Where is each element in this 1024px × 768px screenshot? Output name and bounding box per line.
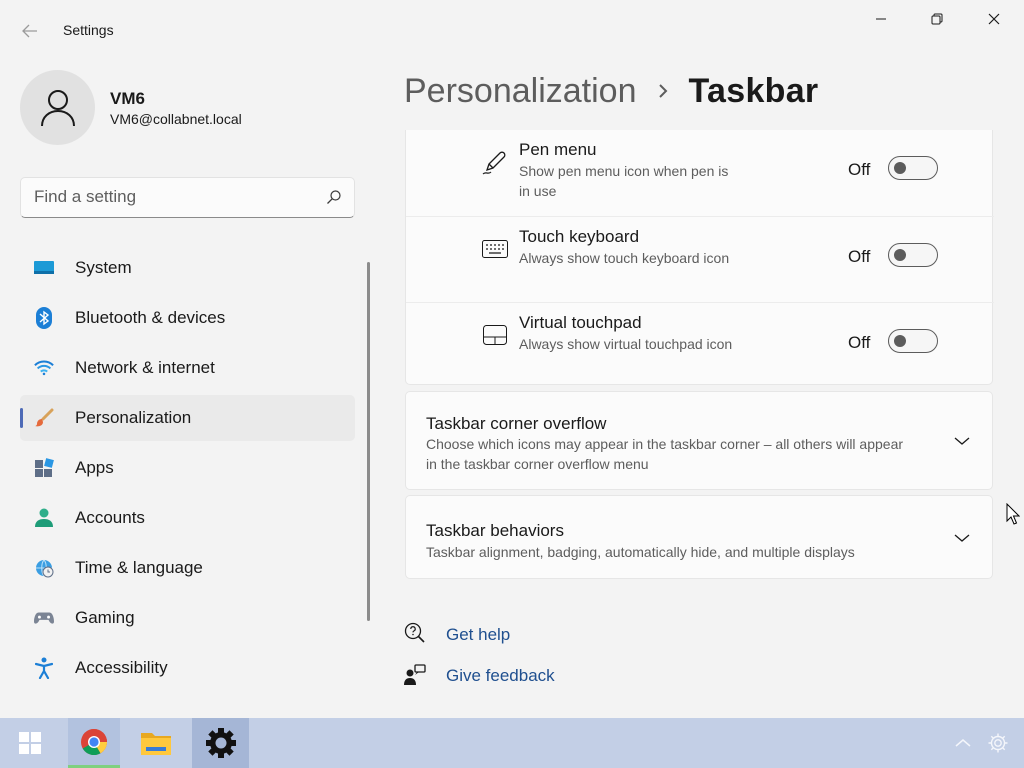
breadcrumb-parent[interactable]: Personalization bbox=[404, 72, 636, 111]
person-icon bbox=[40, 89, 75, 126]
search-box[interactable] bbox=[20, 177, 355, 218]
give-feedback-link[interactable]: Give feedback bbox=[446, 666, 555, 686]
taskbar-file-explorer-button[interactable] bbox=[130, 718, 182, 768]
search-input[interactable] bbox=[34, 187, 314, 207]
taskbar-corner-icons-card: Pen menu Show pen menu icon when pen is … bbox=[405, 130, 994, 388]
keyboard-icon bbox=[481, 235, 509, 263]
sidebar-nav: System Bluetooth & devices Network & int… bbox=[20, 245, 355, 695]
wifi-icon bbox=[34, 358, 54, 378]
search-icon[interactable] bbox=[326, 189, 342, 205]
expander-title: Taskbar corner overflow bbox=[426, 414, 607, 433]
sidebar-item-label: Accounts bbox=[75, 508, 145, 527]
mouse-cursor-icon bbox=[1006, 503, 1020, 525]
back-arrow-icon bbox=[22, 24, 37, 38]
chevron-down-icon[interactable] bbox=[954, 436, 970, 446]
bluetooth-icon bbox=[34, 307, 54, 329]
toggle-state-label: Off bbox=[848, 333, 871, 352]
minimize-button[interactable] bbox=[853, 5, 909, 33]
app-title: Settings bbox=[63, 22, 114, 38]
sidebar-item-apps[interactable]: Apps bbox=[20, 445, 355, 491]
sidebar-item-label: Accessibility bbox=[75, 658, 168, 677]
minimize-icon bbox=[876, 18, 886, 20]
gear-icon bbox=[988, 733, 1008, 753]
touch-keyboard-toggle[interactable] bbox=[888, 243, 938, 267]
sidebar-item-label: Bluetooth & devices bbox=[75, 308, 226, 327]
pen-icon bbox=[481, 148, 509, 176]
sidebar-item-label: Personalization bbox=[75, 408, 192, 427]
sidebar-item-label: Gaming bbox=[75, 608, 135, 627]
taskbar bbox=[0, 718, 1024, 768]
sidebar-item-system[interactable]: System bbox=[20, 245, 355, 291]
sidebar-item-bluetooth[interactable]: Bluetooth & devices bbox=[20, 295, 355, 341]
page-title: Taskbar bbox=[688, 72, 819, 110]
touchpad-icon bbox=[481, 321, 509, 349]
user-name: VM6 bbox=[110, 89, 145, 108]
paintbrush-icon bbox=[34, 408, 54, 428]
get-help-link[interactable]: Get help bbox=[446, 625, 510, 645]
sidebar-item-personalization[interactable]: Personalization bbox=[20, 395, 355, 441]
person-icon bbox=[34, 508, 54, 528]
tray-settings-button[interactable] bbox=[972, 718, 1024, 768]
globe-clock-icon bbox=[34, 558, 54, 578]
back-button[interactable] bbox=[14, 18, 46, 44]
close-button[interactable] bbox=[966, 5, 1022, 33]
feedback-icon bbox=[404, 664, 426, 685]
virtual-touchpad-toggle[interactable] bbox=[888, 329, 938, 353]
sidebar-item-label: System bbox=[75, 258, 132, 277]
taskbar-corner-overflow-expander[interactable]: Taskbar corner overflow Choose which ico… bbox=[405, 391, 993, 490]
taskbar-settings-button[interactable] bbox=[192, 718, 249, 768]
windows-logo-icon bbox=[19, 732, 41, 754]
restore-button[interactable] bbox=[909, 5, 965, 33]
expander-title: Taskbar behaviors bbox=[426, 521, 564, 540]
setting-description: Always show touch keyboard icon bbox=[519, 250, 730, 266]
setting-title: Virtual touchpad bbox=[519, 313, 642, 332]
pen-menu-toggle[interactable] bbox=[888, 156, 938, 180]
setting-row-virtual-touchpad: Virtual touchpad Always show virtual tou… bbox=[406, 302, 994, 388]
setting-description: Show pen menu icon when pen is in use bbox=[519, 163, 729, 199]
sidebar-item-label: Apps bbox=[75, 458, 114, 477]
chevron-down-icon[interactable] bbox=[954, 533, 970, 543]
expander-description: Taskbar alignment, badging, automaticall… bbox=[426, 544, 855, 560]
setting-row-pen-menu: Pen menu Show pen menu icon when pen is … bbox=[406, 130, 994, 216]
sidebar-item-network[interactable]: Network & internet bbox=[20, 345, 355, 391]
breadcrumb: Personalization Taskbar bbox=[404, 72, 818, 111]
close-icon bbox=[988, 13, 1000, 25]
monitor-icon bbox=[34, 258, 54, 278]
help-icon bbox=[404, 622, 425, 643]
taskbar-chrome-button[interactable] bbox=[68, 718, 120, 768]
expander-description: Choose which icons may appear in the tas… bbox=[426, 436, 904, 472]
setting-row-touch-keyboard: Touch keyboard Always show touch keyboar… bbox=[406, 216, 994, 302]
start-button[interactable] bbox=[4, 718, 56, 768]
sidebar-item-gaming[interactable]: Gaming bbox=[20, 595, 355, 641]
sidebar-item-label: Time & language bbox=[75, 558, 203, 577]
accessibility-icon bbox=[34, 657, 54, 679]
chevron-right-icon bbox=[658, 79, 668, 105]
chevron-up-icon bbox=[955, 739, 971, 747]
sidebar-item-time-language[interactable]: Time & language bbox=[20, 545, 355, 591]
restore-icon bbox=[931, 13, 943, 25]
avatar[interactable] bbox=[20, 70, 95, 145]
gamepad-icon bbox=[34, 608, 54, 628]
chrome-icon bbox=[81, 728, 108, 755]
settings-window: Settings VM6 VM6@collabnet.local System … bbox=[0, 0, 1024, 718]
sidebar-item-accessibility[interactable]: Accessibility bbox=[20, 645, 355, 691]
toggle-state-label: Off bbox=[848, 160, 871, 179]
sidebar-item-accounts[interactable]: Accounts bbox=[20, 495, 355, 541]
sidebar-item-label: Network & internet bbox=[75, 358, 215, 377]
toggle-state-label: Off bbox=[848, 247, 871, 266]
setting-title: Touch keyboard bbox=[519, 227, 640, 246]
sidebar-scrollbar[interactable] bbox=[367, 262, 370, 621]
gear-icon bbox=[205, 728, 236, 758]
folder-icon bbox=[141, 733, 171, 755]
setting-description: Always show virtual touchpad icon bbox=[519, 336, 733, 352]
apps-icon bbox=[34, 458, 54, 478]
setting-title: Pen menu bbox=[519, 140, 597, 159]
user-email: VM6@collabnet.local bbox=[110, 111, 242, 127]
taskbar-behaviors-expander[interactable]: Taskbar behaviors Taskbar alignment, bad… bbox=[405, 495, 993, 579]
